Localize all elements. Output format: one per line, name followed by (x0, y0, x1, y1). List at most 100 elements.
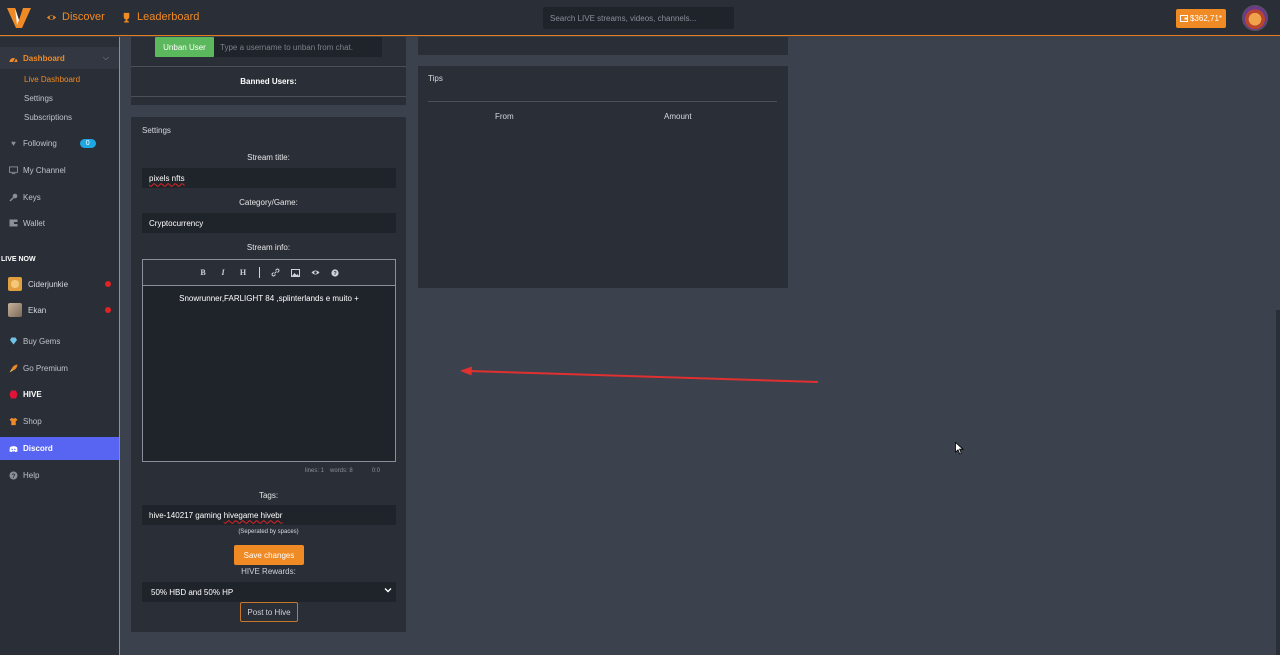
divider (131, 66, 406, 67)
editor-status-bar: lines: 1 words: 8 0:0 (305, 468, 380, 474)
key-icon (9, 193, 18, 202)
sidebar-item-label: HIVE (23, 389, 42, 399)
help-question-icon[interactable]: ? (331, 268, 340, 277)
banned-users-label: Banned Users: (240, 77, 297, 86)
unban-username-input[interactable] (214, 37, 382, 57)
hive-rewards-value: 50% HBD and 50% HP (151, 587, 234, 597)
save-changes-button[interactable]: Save changes (234, 545, 304, 565)
gem-icon (9, 337, 18, 346)
user-avatar[interactable] (1242, 5, 1268, 31)
sidebar-item-wallet[interactable]: Wallet (0, 212, 119, 234)
nav-leaderboard-link[interactable]: Leaderboard (121, 11, 199, 23)
sidebar-item-label: Keys (23, 192, 41, 202)
sidebar-item-label: Wallet (23, 218, 45, 228)
category-value: Cryptocurrency (149, 218, 204, 228)
sidebar-item-shop[interactable]: Shop (0, 410, 119, 432)
preview-eye-icon[interactable] (311, 268, 320, 277)
tshirt-icon (9, 417, 18, 426)
chevron-down-icon: ⌵ (102, 53, 109, 62)
nav-leaderboard-label: Leaderboard (137, 11, 200, 23)
sidebar-item-label: Go Premium (23, 363, 68, 373)
sidebar-item-label: Help (23, 470, 40, 480)
wallet-icon (1179, 15, 1188, 22)
sidebar-subitem-live-dashboard[interactable]: Live Dashboard (24, 75, 80, 84)
sidebar-item-label: Buy Gems (23, 336, 61, 346)
wallet-balance-button[interactable]: $362,71* (1176, 9, 1226, 28)
stream-title-input[interactable]: pixels nfts (142, 168, 396, 188)
unban-user-button[interactable]: Unban User (155, 37, 214, 57)
live-indicator-dot (105, 307, 111, 313)
italic-icon[interactable]: I (219, 268, 228, 277)
sidebar-item-my-channel[interactable]: My Channel (0, 159, 119, 181)
sidebar-item-hive[interactable]: HIVE (0, 383, 119, 405)
sidebar-item-discord[interactable]: Discord (0, 437, 119, 460)
live-indicator-dot (105, 281, 111, 287)
tips-panel: Tips From Amount (418, 66, 788, 288)
stream-info-editor[interactable]: B I H ? Snowrunner,FARLIGHT 84 ,splinter… (142, 259, 396, 462)
sidebar-item-buy-gems[interactable]: Buy Gems (0, 330, 119, 352)
live-now-heading: LIVE NOW (1, 256, 36, 263)
stream-info-text: Snowrunner,FARLIGHT 84 ,splinterlands e … (179, 294, 359, 303)
sidebar-subitem-settings[interactable]: Settings (24, 94, 53, 103)
channel-avatar (8, 303, 22, 317)
stream-title-value: pixels nfts (149, 173, 185, 183)
sidebar: Dashboard ⌵ Live Dashboard Settings Subs… (0, 37, 120, 655)
question-circle-icon: ? (9, 471, 18, 480)
following-count-badge: 0 (79, 138, 96, 148)
tags-label: Tags: (258, 491, 279, 500)
hive-rewards-label: HIVE Rewards: (241, 567, 296, 576)
stream-info-label: Stream info: (246, 243, 291, 252)
editor-lines-count: lines: 1 (305, 468, 325, 474)
sidebar-item-dashboard[interactable]: Dashboard ⌵ (0, 47, 119, 69)
hive-icon (9, 390, 18, 399)
category-input[interactable]: Cryptocurrency (142, 213, 396, 233)
sidebar-item-keys[interactable]: Keys (0, 186, 119, 208)
stream-title-label: Stream title: (247, 153, 290, 162)
eye-icon (46, 14, 57, 20)
tags-hint: (Seperated by spaces) (238, 529, 299, 535)
divider (131, 96, 406, 97)
discord-icon (9, 444, 18, 453)
vimm-logo-icon[interactable] (6, 6, 32, 30)
tags-input[interactable]: hive-140217 gaming hivegame hivebr (142, 505, 396, 525)
post-to-hive-button[interactable]: Post to Hive (240, 602, 298, 622)
search-input[interactable] (543, 7, 734, 29)
divider (428, 101, 777, 102)
tags-value-misspelled: hivegame hivebr (223, 510, 283, 520)
svg-text:?: ? (12, 472, 16, 479)
settings-title: Settings (142, 126, 171, 135)
settings-panel: Settings Stream title: pixels nfts Categ… (131, 117, 406, 632)
bold-icon[interactable]: B (199, 268, 208, 277)
live-channel-name: Ciderjunkie (28, 279, 69, 289)
nav-discover-link[interactable]: Discover (46, 11, 105, 23)
tips-column-amount: Amount (664, 112, 692, 121)
tags-value: hive-140217 gaming (149, 510, 224, 520)
sidebar-subitem-subscriptions[interactable]: Subscriptions (24, 113, 72, 122)
live-channel-ciderjunkie[interactable]: Ciderjunkie (8, 276, 113, 292)
sidebar-item-go-premium[interactable]: Go Premium (0, 357, 119, 379)
top-right-panel (418, 37, 788, 55)
top-bar: Discover Leaderboard $362,71* (0, 0, 1280, 36)
sidebar-item-label: Shop (23, 416, 42, 426)
category-label: Category/Game: (239, 198, 298, 207)
heading-icon[interactable]: H (239, 268, 248, 277)
chevron-down-icon (384, 588, 392, 593)
editor-toolbar: B I H ? (143, 260, 395, 286)
image-icon[interactable] (290, 268, 300, 277)
sidebar-item-following[interactable]: ♥ Following 0 (0, 132, 119, 154)
rocket-icon (9, 364, 18, 373)
sidebar-item-help[interactable]: ? Help (0, 464, 119, 486)
channel-avatar (8, 277, 22, 291)
link-icon[interactable] (271, 268, 280, 277)
sidebar-item-label: Following (23, 138, 57, 148)
mouse-pointer-icon (955, 442, 964, 455)
monitor-icon (9, 165, 18, 175)
tips-column-from: From (495, 112, 514, 121)
page-scrollbar[interactable] (1276, 310, 1280, 655)
annotation-arrow (460, 366, 819, 383)
sidebar-item-label: My Channel (23, 165, 66, 175)
hive-rewards-select[interactable]: 50% HBD and 50% HP (142, 582, 396, 602)
live-channel-ekan[interactable]: Ekan (8, 302, 113, 318)
editor-cursor-position: 0:0 (371, 468, 381, 474)
editor-words-count: words: 8 (330, 468, 353, 474)
